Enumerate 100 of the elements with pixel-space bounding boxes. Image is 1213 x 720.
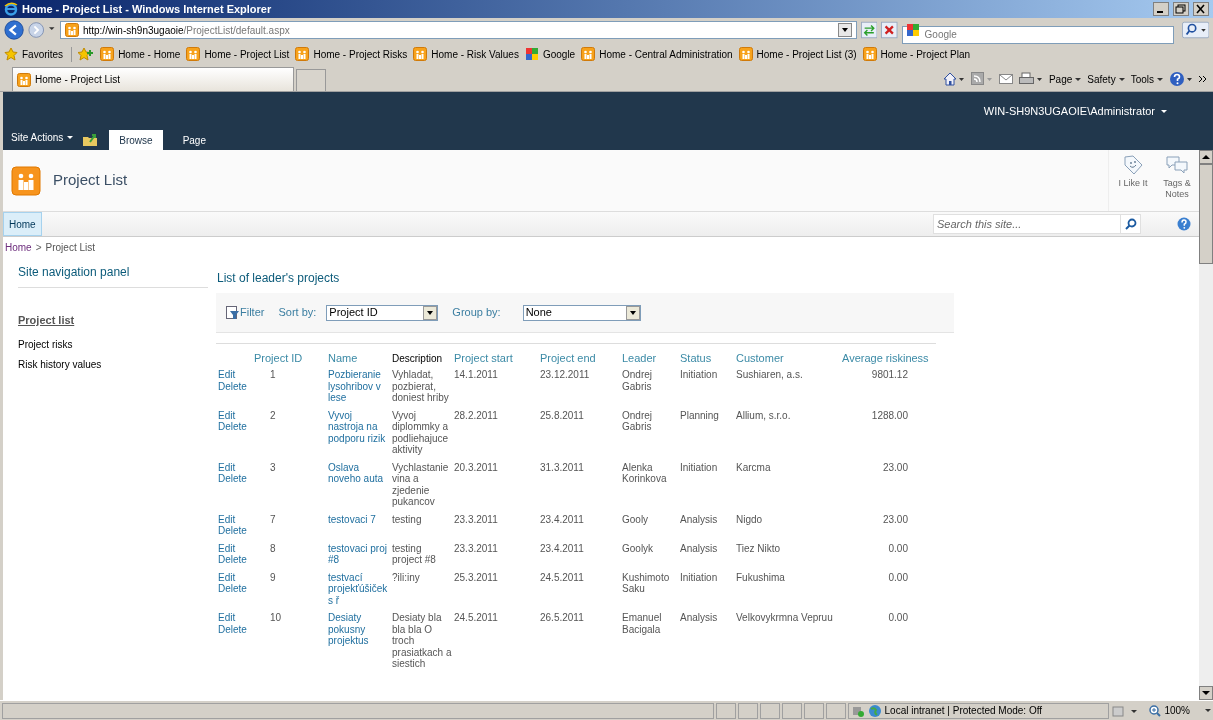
like-button[interactable]: I Like It	[1115, 150, 1151, 211]
column-header-link[interactable]: Project start	[454, 352, 513, 364]
table-cell: 0.00	[888, 612, 908, 623]
sidebar-link[interactable]: Risk history values	[18, 354, 216, 375]
row-action-link[interactable]: Edit	[218, 542, 252, 554]
menu-button[interactable]: Tools	[1130, 71, 1163, 87]
row-action-link[interactable]: Delete	[218, 525, 252, 537]
back-button-icon[interactable]	[4, 19, 25, 41]
help-icon[interactable]	[1169, 71, 1193, 87]
table-cell: Emanuel Bacigala	[622, 612, 662, 635]
favorite-link[interactable]: Home - Risk Values	[413, 46, 519, 62]
refresh-icon[interactable]	[860, 21, 878, 39]
sidebar-link[interactable]: Project list	[18, 312, 216, 329]
favorite-link[interactable]: Home - Project Plan	[862, 46, 971, 62]
row-action-link[interactable]: Delete	[218, 554, 252, 566]
table-cell: 25.3.2011	[454, 571, 498, 583]
row-action-link[interactable]: Edit	[218, 369, 252, 381]
row-action-link[interactable]: Edit	[218, 513, 252, 525]
user-menu[interactable]: WIN-SH9N3UGAOIE\Administrator	[983, 102, 1167, 120]
site-search-field[interactable]: Search this site...	[933, 214, 1121, 234]
row-action-link[interactable]: Edit	[218, 461, 252, 473]
ribbon-tab[interactable]: Page	[172, 130, 216, 150]
search-field[interactable]: Google	[901, 25, 1174, 44]
print-icon[interactable]	[1018, 72, 1043, 86]
column-header-link[interactable]: Name	[328, 352, 358, 364]
row-action-link[interactable]: Edit	[218, 571, 252, 583]
filter-button[interactable]: Filter	[226, 304, 265, 321]
browser-logo-icon	[4, 2, 18, 16]
favorite-link[interactable]: Google	[524, 46, 576, 62]
breadcrumb-current: Project List	[45, 240, 95, 255]
table-cell: Analysis	[680, 513, 718, 525]
column-header-link[interactable]: Leader	[622, 352, 657, 364]
mail-icon[interactable]	[998, 73, 1013, 85]
row-action-link[interactable]: Delete	[218, 623, 252, 635]
project-name-link[interactable]: testovaci proj #8	[328, 542, 390, 566]
project-name-link[interactable]: testovaci 7	[328, 513, 390, 525]
help-icon[interactable]	[1177, 217, 1191, 231]
scroll-thumb[interactable]	[1199, 164, 1213, 264]
row-action-link[interactable]: Delete	[218, 583, 252, 595]
stop-icon[interactable]	[881, 21, 898, 39]
favorite-link[interactable]: Home - Central Administration	[581, 46, 733, 62]
column-header-link[interactable]: Status	[680, 352, 712, 364]
column-header-link[interactable]: Project end	[540, 352, 596, 364]
search-button[interactable]	[1121, 214, 1141, 234]
row-action-link[interactable]: Edit	[218, 612, 252, 624]
dropdown-field[interactable]: Project ID	[326, 304, 439, 321]
table-cell: 20.3.2011	[454, 461, 498, 473]
row-action-link[interactable]: Edit	[218, 409, 252, 421]
breadcrumb-link[interactable]: Home	[5, 239, 32, 255]
table-cell: Nigdo	[736, 513, 763, 525]
row-action-link[interactable]: Delete	[218, 473, 252, 485]
sidebar-link[interactable]: Project risks	[18, 334, 216, 355]
scroll-down-icon[interactable]	[1199, 686, 1213, 700]
browser-tab[interactable]: Home - Project List	[12, 67, 294, 91]
feed-icon[interactable]	[970, 72, 993, 86]
project-name-link[interactable]: Oslava noveho auta	[328, 461, 390, 485]
scroll-up-icon[interactable]	[1199, 150, 1213, 164]
dropdown-button-icon[interactable]	[837, 23, 852, 37]
project-name-link[interactable]: testvací projekťúšiček s ř	[328, 571, 390, 606]
dropdown-field[interactable]: None	[522, 304, 641, 321]
table-cell: testing project #8	[392, 542, 436, 565]
favorite-link[interactable]: Home - Project List	[186, 46, 290, 62]
project-name-link[interactable]: Pozbieranie lysohribov v lese	[328, 369, 390, 404]
column-header-link[interactable]: Customer	[736, 352, 784, 364]
site-icon	[581, 47, 596, 61]
row-action-link[interactable]: Delete	[218, 421, 252, 433]
search-icon[interactable]	[1181, 21, 1209, 39]
favorites-button[interactable]: Favorites	[4, 46, 73, 62]
scrollbar[interactable]	[1199, 150, 1213, 700]
menu-button[interactable]: Page	[1048, 71, 1082, 87]
row-action-link[interactable]: Delete	[218, 380, 252, 392]
project-name-link[interactable]: Desiaty pokusny projektus	[328, 612, 390, 647]
caret-icon	[1118, 77, 1125, 81]
folder-arrow-icon[interactable]	[83, 133, 100, 147]
nav-tab[interactable]: Home	[3, 212, 42, 236]
menu-button[interactable]: Safety	[1087, 71, 1125, 87]
dropdown-caret-icon[interactable]	[48, 27, 56, 33]
close-icon[interactable]	[1193, 2, 1209, 16]
minimize-icon[interactable]	[1153, 2, 1169, 16]
maximize-icon[interactable]	[1173, 2, 1189, 16]
zoom-button[interactable]: 100%	[1149, 703, 1211, 718]
site-title: Project List	[53, 170, 128, 191]
table-cell: Sushiaren, a.s.	[736, 369, 803, 380]
favorite-link[interactable]: Home - Project List (3)	[738, 46, 857, 62]
home-icon[interactable]	[942, 72, 965, 86]
table-cell: 23.4.2011	[540, 542, 584, 554]
site-actions-menu[interactable]: Site Actions	[11, 130, 74, 145]
table-cell: 28.2.2011	[454, 409, 498, 421]
table-cell: Analysis	[680, 612, 718, 623]
column-header-link[interactable]: Project ID	[254, 352, 303, 364]
favorite-link[interactable]: Home - Project Risks	[295, 46, 408, 62]
address-field[interactable]: http://win-sh9n3ugaoie/ProjectList/default.aspx	[59, 21, 857, 39]
chevron-icon[interactable]	[1199, 75, 1207, 83]
favorite-link[interactable]: Home - Home	[100, 46, 181, 62]
table-cell: Ondrej Gabris	[622, 369, 652, 392]
ribbon-tab[interactable]: Browse	[109, 130, 163, 150]
tags-notes-button[interactable]: Tags & Notes	[1159, 150, 1195, 211]
project-name-link[interactable]: Vyvoj nastroja na podporu rizik	[328, 409, 390, 444]
smiley-tag-icon	[1123, 155, 1143, 175]
column-header-link[interactable]: Average riskiness	[842, 352, 929, 364]
